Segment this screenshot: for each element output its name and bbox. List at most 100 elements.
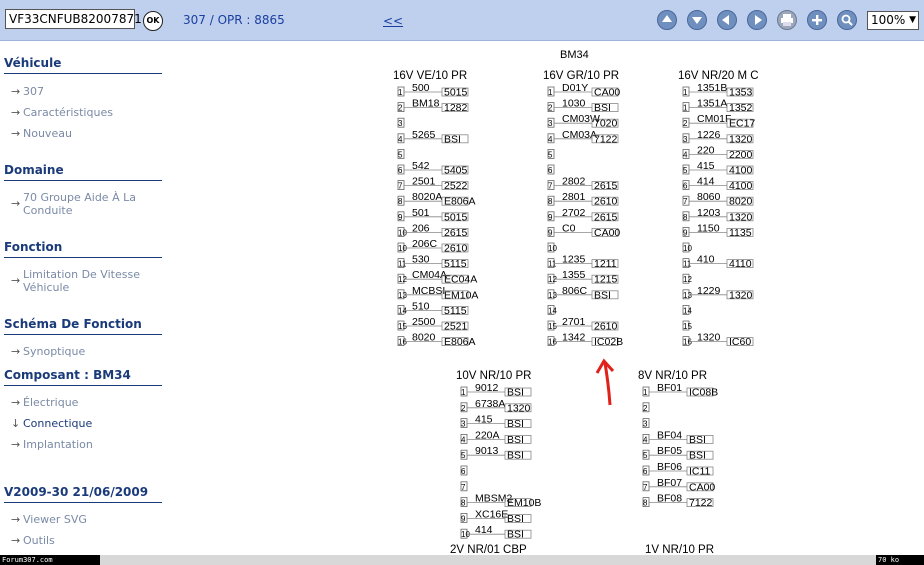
destination-label: 2521 <box>444 321 468 333</box>
pin-number: 8 <box>461 499 466 508</box>
connector-0: 16V VE/10 PR1 500 50152 BM18 128234 5265 BSI56… <box>393 70 478 348</box>
arrow-left-icon[interactable] <box>717 10 737 30</box>
pin-number: 6 <box>548 166 553 175</box>
sidebar-item-implantation[interactable]: → Implantation <box>11 438 161 451</box>
pin-number: 5 <box>683 166 688 175</box>
destination-label: BSI <box>594 289 611 301</box>
connector-3: 10V NR/10 PR1 9012 BSI2 6738A 13203 415 BSI4 22… <box>456 370 541 541</box>
ok-button[interactable]: OK <box>143 11 163 31</box>
arrow-right-icon: → <box>11 85 21 98</box>
arrow-up-icon[interactable] <box>657 10 677 30</box>
pin-number: 7 <box>548 182 553 191</box>
pin-number: 3 <box>548 119 553 128</box>
component-title: BM34 <box>560 49 589 61</box>
destination-label: CA00 <box>689 481 715 493</box>
sidebar-item-label: Limitation De Vitesse Véhicule <box>23 268 140 294</box>
vin-input[interactable]: VF33CNFUB82007871 <box>5 9 142 29</box>
connector-title: 2V NR/01 CBP <box>450 544 527 555</box>
pin-number: 14 <box>683 306 692 315</box>
pin-number: 7 <box>683 197 688 206</box>
destination-label: 1320 <box>729 133 753 145</box>
destination-label: 1135 <box>729 227 752 239</box>
section-composant-title: Composant : BM34 <box>4 368 131 382</box>
pin-number: 10 <box>398 244 407 253</box>
pin-number: 3 <box>643 420 648 429</box>
zoom-select[interactable]: 100% ▼ <box>867 11 919 30</box>
sidebar-item-caracteristiques[interactable]: → Caractéristiques <box>11 106 161 119</box>
destination-label: 8020 <box>729 196 753 208</box>
arrow-right-icon: → <box>11 197 21 210</box>
sidebar-item-outils[interactable]: → Outils <box>11 534 161 547</box>
pin-number: 10 <box>548 244 557 253</box>
sidebar-item-nouveau[interactable]: → Nouveau <box>11 127 161 140</box>
destination-label: IC02B <box>594 336 623 348</box>
destination-label: 2200 <box>729 149 753 161</box>
pin-number: 9 <box>461 514 466 523</box>
pin-number: 11 <box>548 260 557 269</box>
destination-label: 4110 <box>729 258 752 270</box>
destination-label: BSI <box>507 450 524 462</box>
pin-number: 2 <box>643 404 648 413</box>
sidebar-item-electrique[interactable]: → Électrique <box>11 396 161 409</box>
destination-label: 2610 <box>594 321 618 333</box>
destination-label: BSI <box>689 450 706 462</box>
plus-icon[interactable] <box>807 10 827 30</box>
arrow-right-icon: → <box>11 534 21 547</box>
arrow-right-icon: → <box>11 345 21 358</box>
arrow-right-icon: → <box>11 127 21 140</box>
pin-number: 12 <box>683 275 692 284</box>
destination-label: EC17 <box>729 118 755 130</box>
pin-number: 13 <box>683 291 692 300</box>
sidebar-item-connectique[interactable]: ↓ Connectique <box>11 417 161 430</box>
destination-label: BSI <box>507 529 524 541</box>
pin-number: 5 <box>461 451 466 460</box>
sidebar-item-synoptique[interactable]: → Synoptique <box>11 345 161 358</box>
destination-label: 2615 <box>444 227 468 239</box>
destination-label: EM10A <box>444 289 478 301</box>
sidebar-item-viewer-svg[interactable]: → Viewer SVG <box>11 513 161 526</box>
breadcrumb: 307 / OPR : 8865 <box>183 13 285 27</box>
pin-number: 1 <box>683 104 688 113</box>
connector-2: 16V NR/20 M C1 1351B 13531 1351A 13522 CM01FE… <box>678 70 759 348</box>
status-left: Forum307.com <box>0 555 100 565</box>
destination-label: BSI <box>507 513 524 525</box>
pin-number: 15 <box>683 322 692 331</box>
sidebar-item-label: Implantation <box>23 438 93 451</box>
pin-number: 15 <box>548 322 557 331</box>
pin-number: 3 <box>683 135 688 144</box>
pin-number: 9 <box>548 228 553 237</box>
pin-number: 16 <box>683 338 692 347</box>
connector-title: 8V NR/10 PR <box>638 370 707 382</box>
sidebar-item-label: Électrique <box>23 396 79 409</box>
arrow-right-icon: → <box>11 106 21 119</box>
red-arrow-annotation <box>595 358 615 406</box>
connector-title: 1V NR/10 PR <box>645 544 714 555</box>
pin-number: 1 <box>461 388 466 397</box>
print-icon[interactable] <box>777 10 797 30</box>
connector-title: 10V NR/10 PR <box>456 370 531 382</box>
destination-label: E806A <box>444 336 476 348</box>
sidebar-item-307[interactable]: → 307 <box>11 85 161 98</box>
connector-title: 16V NR/20 M C <box>678 70 759 82</box>
destination-label: 5015 <box>444 87 468 99</box>
sidebar-item-domaine[interactable]: → 70 Groupe Aide À La Conduite <box>11 191 161 217</box>
arrow-down-icon[interactable] <box>687 10 707 30</box>
pin-number: 9 <box>683 228 688 237</box>
back-link[interactable]: << <box>383 14 403 28</box>
status-bar <box>0 555 924 565</box>
pin-number: 1 <box>683 88 688 97</box>
pin-number: 10 <box>461 530 470 539</box>
arrow-right-icon[interactable] <box>747 10 767 30</box>
destination-label: IC11 <box>689 466 711 478</box>
destination-label: 1282 <box>444 102 468 114</box>
destination-label: 5115 <box>444 305 467 317</box>
section-vehicule-title: Véhicule <box>4 56 62 70</box>
pin-number: 10 <box>398 228 407 237</box>
top-toolbar: VF33CNFUB82007871 OK 307 / OPR : 8865 <<… <box>0 0 924 41</box>
magnifier-icon[interactable] <box>837 10 857 30</box>
sidebar-item-limitation-vitesse[interactable]: → Limitation De Vitesse Véhicule <box>11 268 161 294</box>
pin-number: 4 <box>398 135 403 144</box>
sidebar-item-label: Connectique <box>23 417 93 430</box>
destination-label: 1215 <box>594 274 618 286</box>
pin-number: 12 <box>398 275 407 284</box>
